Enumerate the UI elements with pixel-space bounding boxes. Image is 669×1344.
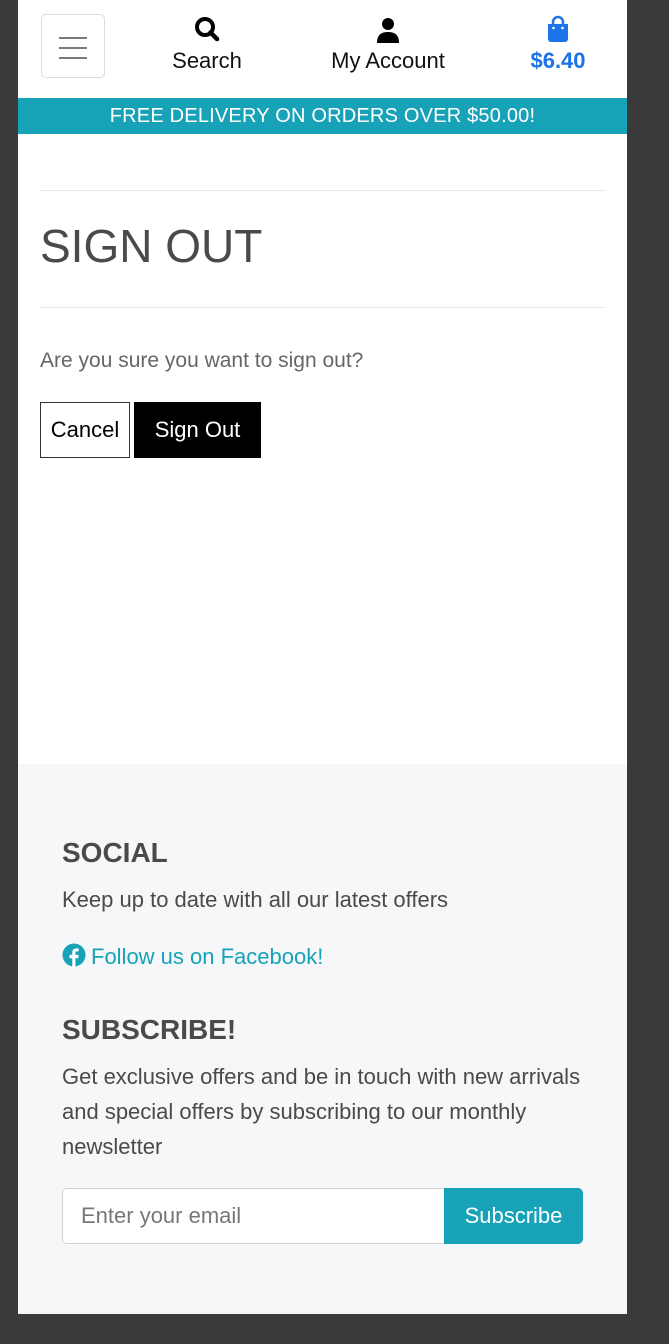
nav-shopping-bag[interactable]: $6.40 [518,14,598,74]
site-footer: SOCIAL Keep up to date with all our late… [18,764,627,1314]
page: Search My Account $6.40 FREE DELIVERY ON… [18,0,627,1314]
menu-toggle-button[interactable] [41,14,105,78]
subscribe-heading: SUBSCRIBE! [62,1014,237,1045]
facebook-link[interactable]: Follow us on Facebook! [62,942,323,972]
email-input[interactable] [62,1188,445,1244]
free-delivery-banner: FREE DELIVERY ON ORDERS OVER $50.00! [18,98,627,134]
shopping-bag-icon [548,15,568,42]
confirm-question: Are you sure you want to sign out? [40,349,364,372]
divider [40,190,605,191]
sign-out-button[interactable]: Sign Out [134,402,261,458]
bag-total: $6.40 [530,48,586,73]
social-text: Keep up to date with all our latest offe… [62,887,449,912]
nav-search[interactable]: Search [158,14,256,74]
hamburger-menu-icon [59,37,87,67]
facebook-link-label: Follow us on Facebook! [91,944,324,969]
nav-search-label: Search [172,48,242,73]
nav-my-account[interactable]: My Account [314,14,462,74]
nav-account-label: My Account [331,48,445,73]
user-icon [377,18,399,43]
cancel-button[interactable]: Cancel [40,402,130,458]
search-icon [195,17,220,42]
subscribe-text: Get exclusive offers and be in touch wit… [62,1064,581,1159]
facebook-icon [62,943,86,967]
page-title: SIGN OUT [40,220,263,272]
social-heading: SOCIAL [62,837,168,868]
divider [40,307,605,308]
subscribe-button[interactable]: Subscribe [444,1188,583,1244]
site-header: Search My Account $6.40 [18,0,627,98]
